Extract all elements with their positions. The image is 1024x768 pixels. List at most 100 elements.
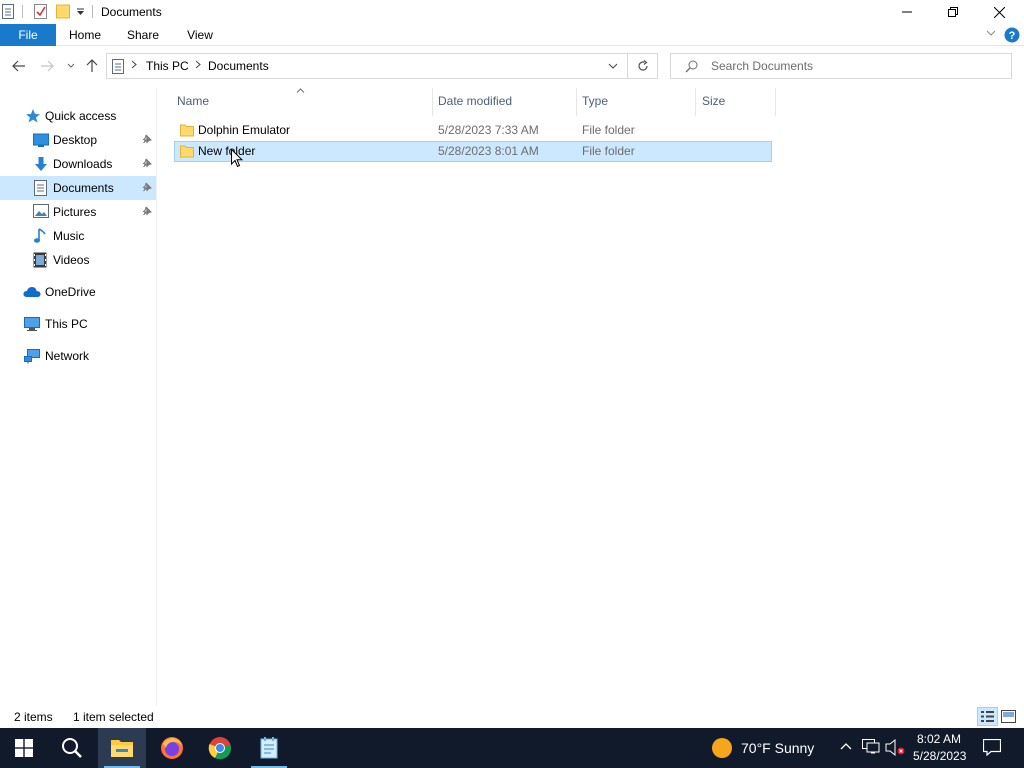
pin-icon[interactable] — [142, 206, 152, 216]
network-icon — [24, 348, 40, 364]
customize-toolbar-icon[interactable] — [76, 8, 85, 16]
item-count: 2 items — [14, 710, 53, 724]
chevron-right-icon[interactable] — [195, 60, 201, 69]
file-date: 5/28/2023 8:01 AM — [438, 144, 539, 158]
show-hidden-icons-icon[interactable] — [840, 742, 852, 750]
svg-text:?: ? — [1009, 30, 1016, 42]
column-divider[interactable] — [432, 88, 433, 116]
column-divider[interactable] — [775, 88, 776, 116]
expand-ribbon-icon[interactable] — [986, 30, 996, 37]
file-row-new-folder[interactable]: New folder 5/28/2023 8:01 AM File folder — [174, 141, 772, 162]
tab-home[interactable]: Home — [56, 24, 114, 46]
taskbar-chrome[interactable] — [196, 728, 244, 768]
mouse-cursor-icon — [231, 149, 243, 168]
column-header-date-modified[interactable]: Date modified — [438, 94, 512, 108]
taskbar-file-explorer[interactable] — [98, 728, 146, 768]
column-divider[interactable] — [576, 88, 577, 116]
taskbar-firefox[interactable] — [148, 728, 196, 768]
folder-icon — [180, 123, 194, 137]
title-bar: Documents — [0, 0, 1024, 24]
search-box[interactable] — [670, 53, 1012, 79]
pin-icon[interactable] — [142, 182, 152, 192]
start-button[interactable] — [0, 728, 48, 768]
download-icon — [33, 156, 49, 172]
search-icon — [62, 738, 82, 758]
column-header-size[interactable]: Size — [702, 94, 725, 108]
properties-icon[interactable] — [2, 4, 14, 19]
minimize-button[interactable] — [884, 0, 930, 24]
up-icon[interactable] — [86, 59, 98, 73]
weather-sun-icon[interactable] — [711, 737, 733, 759]
pin-icon[interactable] — [142, 134, 152, 144]
restore-button[interactable] — [930, 0, 976, 24]
minimize-icon — [902, 11, 912, 13]
pin-icon[interactable] — [142, 158, 152, 168]
videos-icon — [33, 252, 47, 268]
large-icons-view-icon[interactable] — [1001, 710, 1016, 723]
chevron-right-icon[interactable] — [131, 60, 137, 69]
tab-view[interactable]: View — [172, 24, 228, 46]
restore-icon — [948, 7, 958, 17]
sidebar-item-network[interactable]: Network — [0, 344, 156, 368]
navigation-bar: This PC Documents — [0, 46, 1024, 88]
sidebar-item-music[interactable]: Music — [0, 224, 156, 248]
tab-share[interactable]: Share — [114, 24, 172, 46]
network-status-icon[interactable] — [862, 739, 880, 756]
address-bar[interactable]: This PC Documents — [106, 53, 628, 79]
sidebar-item-videos[interactable]: Videos — [0, 248, 156, 272]
notepad-icon — [260, 737, 278, 759]
column-divider[interactable] — [695, 88, 696, 116]
details-view-button[interactable] — [977, 707, 998, 726]
breadcrumb-documents[interactable]: Documents — [208, 59, 269, 73]
status-bar: 2 items 1 item selected — [0, 706, 1024, 728]
clock-time[interactable]: 8:02 AM — [917, 732, 961, 746]
sidebar-item-desktop[interactable]: Desktop — [0, 128, 156, 152]
music-icon — [33, 228, 47, 244]
sidebar-item-this-pc[interactable]: This PC — [0, 312, 156, 336]
search-icon — [685, 60, 698, 73]
sidebar-item-quick-access[interactable]: Quick access — [0, 104, 156, 128]
close-button[interactable] — [976, 0, 1022, 24]
folder-icon — [180, 144, 194, 158]
title-divider — [22, 5, 23, 18]
help-icon[interactable]: ? — [1004, 27, 1020, 43]
sidebar-item-label: Desktop — [53, 133, 98, 147]
check-properties-icon[interactable] — [34, 4, 48, 19]
forward-icon[interactable] — [40, 60, 54, 72]
sort-ascending-icon — [296, 88, 305, 93]
volume-muted-icon[interactable] — [885, 739, 905, 756]
weather-text[interactable]: 70°F Sunny — [741, 740, 814, 756]
sidebar-item-label: OneDrive — [45, 285, 96, 299]
back-icon[interactable] — [12, 60, 26, 72]
navigation-pane: Quick access Desktop Downloads Documents — [0, 88, 156, 706]
taskbar-app[interactable] — [245, 728, 293, 768]
file-name: Dolphin Emulator — [198, 123, 291, 137]
file-row-dolphin-emulator[interactable]: Dolphin Emulator 5/28/2023 7:33 AM File … — [174, 120, 772, 141]
sidebar-item-downloads[interactable]: Downloads — [0, 152, 156, 176]
file-name: New folder — [198, 144, 256, 158]
desktop-icon — [33, 132, 49, 148]
star-icon — [25, 108, 41, 124]
breadcrumb-this-pc[interactable]: This PC — [146, 59, 189, 73]
file-type: File folder — [582, 123, 635, 137]
sidebar-item-label: This PC — [45, 317, 88, 331]
notifications-icon[interactable] — [983, 739, 1001, 756]
file-explorer-icon — [111, 740, 133, 757]
tab-file[interactable]: File — [0, 24, 56, 46]
new-folder-icon[interactable] — [56, 4, 70, 19]
search-input[interactable] — [711, 59, 1001, 73]
clock-date[interactable]: 5/28/2023 — [913, 749, 966, 763]
column-header-type[interactable]: Type — [582, 94, 608, 108]
refresh-button[interactable] — [628, 53, 658, 79]
search-button[interactable] — [48, 728, 96, 768]
address-history-icon[interactable] — [608, 63, 618, 70]
sidebar-item-documents[interactable]: Documents — [0, 176, 156, 200]
sidebar-item-pictures[interactable]: Pictures — [0, 200, 156, 224]
sidebar-item-onedrive[interactable]: OneDrive — [0, 280, 156, 304]
column-header-name[interactable]: Name — [177, 94, 209, 108]
ribbon-tabs: File Home Share View ? — [0, 24, 1024, 46]
documents-icon — [34, 180, 47, 196]
sidebar-item-label: Downloads — [53, 157, 113, 171]
recent-locations-icon[interactable] — [67, 63, 75, 69]
sidebar-item-label: Videos — [53, 253, 90, 267]
